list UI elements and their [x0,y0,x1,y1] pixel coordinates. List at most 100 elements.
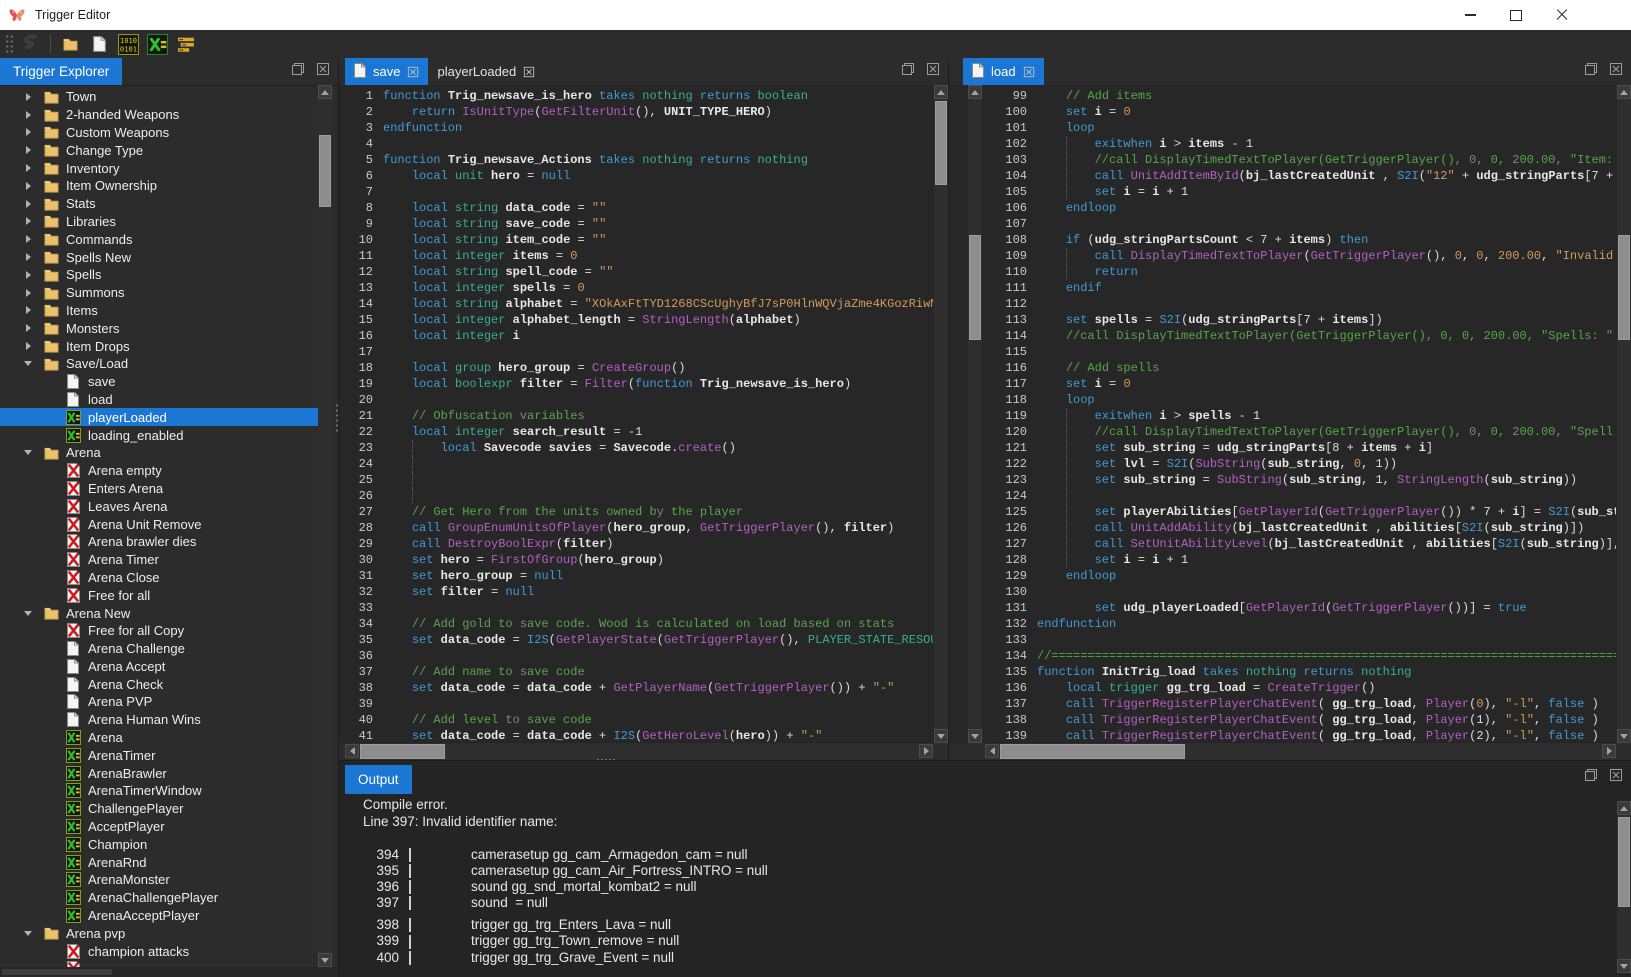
code-line[interactable]: 130 [987,584,1616,600]
script-x-icon[interactable] [145,32,169,56]
scroll-right[interactable] [1602,744,1616,758]
code-line[interactable]: 1function Trig_newsave_is_hero takes not… [341,88,933,104]
maximize-button[interactable] [1493,0,1539,30]
code-line[interactable]: 39 [341,696,933,712]
float-panel-icon[interactable] [291,62,305,81]
tree-item-free-for-all[interactable]: Free for all [0,586,318,604]
binary-doc-icon[interactable]: 10100101 [116,32,140,56]
code-line[interactable]: 14 local string alphabet = "XOkAxFtTYD12… [341,296,933,312]
close-panel-icon[interactable] [926,62,940,81]
code-line[interactable]: 109 call DisplayTimedTextToPlayer(GetTri… [987,248,1616,264]
tree-item-champion[interactable]: Champion [0,835,318,853]
code-line[interactable]: 4 [341,136,933,152]
scroll-up[interactable] [934,85,948,99]
code-line[interactable]: 17 [341,344,933,360]
scroll-up[interactable] [1617,801,1631,815]
code-line[interactable]: 41 set data_code = data_code + I2S(GetHe… [341,728,933,743]
tree-item-stats[interactable]: Stats [0,195,318,213]
chevron-collapsed-icon[interactable] [22,235,34,243]
code-line[interactable]: 29 call DestroyBoolExpr(filter) [341,536,933,552]
code-line[interactable]: 136 local trigger gg_trg_load = CreateTr… [987,680,1616,696]
code-line[interactable]: 19 local boolexpr filter = Filter(functi… [341,376,933,392]
code-line[interactable]: 11 local integer items = 0 [341,248,933,264]
output-vscrollbar[interactable] [1617,801,1631,973]
scroll-left[interactable] [345,744,359,758]
tree-hscrollbar[interactable] [0,967,338,977]
code-line[interactable]: 37 // Add name to save code [341,664,933,680]
editor-left-vscrollbar[interactable] [968,85,982,743]
tree-item-arena-new[interactable]: Arena New [0,604,318,622]
code-line[interactable]: 104 call UnitAddItemById(bj_lastCreatedU… [987,168,1616,184]
tree-item-libraries[interactable]: Libraries [0,213,318,231]
tree-item-arena-timer[interactable]: Arena Timer [0,551,318,569]
tree-item-arena-check[interactable]: Arena Check [0,675,318,693]
code-line[interactable]: 12 local string spell_code = "" [341,264,933,280]
tree-item-partial[interactable] [0,960,318,967]
tab-output[interactable]: Output [345,765,412,794]
code-line[interactable]: 107 [987,216,1616,232]
code-line[interactable]: 13 local integer spells = 0 [341,280,933,296]
tree-item-arena-challenge[interactable]: Arena Challenge [0,640,318,658]
scroll-up[interactable] [968,85,982,99]
code-line[interactable]: 115 [987,344,1616,360]
scroll-down[interactable] [1617,959,1631,973]
code-line[interactable]: 102 exitwhen i > items - 1 [987,136,1616,152]
code-line[interactable]: 105 set i = i + 1 [987,184,1616,200]
tree-item-arena-pvp[interactable]: Arena PVP [0,693,318,711]
code-line[interactable]: 118 loop [987,392,1616,408]
code-line[interactable]: 3endfunction [341,120,933,136]
float-panel-icon[interactable] [901,62,915,81]
code-line[interactable]: 116 // Add spells [987,360,1616,376]
chevron-collapsed-icon[interactable] [22,289,34,297]
tree-item-enters-arena[interactable]: Enters Arena [0,480,318,498]
code-line[interactable]: 139 call TriggerRegisterPlayerChatEvent(… [987,728,1616,743]
tree-item-change-type[interactable]: Change Type [0,141,318,159]
tree-item-acceptplayer[interactable]: AcceptPlayer [0,818,318,836]
scroll-up[interactable] [1617,85,1631,99]
code-line[interactable]: 111 endif [987,280,1616,296]
chevron-collapsed-icon[interactable] [22,164,34,172]
tree-item-item-ownership[interactable]: Item Ownership [0,177,318,195]
code-line[interactable]: 9 local string save_code = "" [341,216,933,232]
code-line[interactable]: 21 // Obfuscation variables [341,408,933,424]
editor-hscrollbar[interactable] [345,742,933,760]
chevron-expanded-icon[interactable] [22,931,34,936]
code-line[interactable]: 18 local group hero_group = CreateGroup(… [341,360,933,376]
code-line[interactable]: 127 call SetUnitAbilityLevel(bj_lastCrea… [987,536,1616,552]
chevron-collapsed-icon[interactable] [22,200,34,208]
tree-item-load[interactable]: load [0,391,318,409]
close-panel-icon[interactable] [1609,62,1623,81]
tree-item-monsters[interactable]: Monsters [0,319,318,337]
tree-item-items[interactable]: Items [0,302,318,320]
tree-item-arenatimer[interactable]: ArenaTimer [0,746,318,764]
code-line[interactable]: 10 local string item_code = "" [341,232,933,248]
chevron-collapsed-icon[interactable] [22,111,34,119]
code-line[interactable]: 121 set sub_string = udg_stringParts[8 +… [987,440,1616,456]
code-line[interactable]: 132endfunction [987,616,1616,632]
folder-icon[interactable] [58,32,82,56]
code-line[interactable]: 34 // Add gold to save code. Wood is cal… [341,616,933,632]
tree-item-save[interactable]: save [0,373,318,391]
code-line[interactable]: 31 set hero_group = null [341,568,933,584]
chevron-collapsed-icon[interactable] [22,306,34,314]
tree-item-arena-unit-remove[interactable]: Arena Unit Remove [0,515,318,533]
chevron-expanded-icon[interactable] [22,450,34,455]
code-line[interactable]: 117 set i = 0 [987,376,1616,392]
code-line[interactable]: 35 set data_code = I2S(GetPlayerState(Ge… [341,632,933,648]
chevron-collapsed-icon[interactable] [22,128,34,136]
tree-item-spells-new[interactable]: Spells New [0,248,318,266]
editor-hscrollbar[interactable] [985,742,1616,760]
tab-save[interactable]: save [345,58,428,85]
hscroll-thumb[interactable] [360,744,445,759]
tree-item-inventory[interactable]: Inventory [0,159,318,177]
code-line[interactable]: 33 [341,600,933,616]
tab-close-icon[interactable] [407,66,419,78]
code-line[interactable]: 26 [341,488,933,504]
tree-scroll-up[interactable] [318,85,332,99]
code-line[interactable]: 22 local integer search_result = -1 [341,424,933,440]
code-line[interactable]: 27 // Get Hero from the units owned by t… [341,504,933,520]
hscroll-thumb[interactable] [1000,744,1185,759]
float-panel-icon[interactable] [1584,62,1598,81]
code-line[interactable]: 40 // Add level to save code [341,712,933,728]
code-line[interactable]: 20 [341,392,933,408]
